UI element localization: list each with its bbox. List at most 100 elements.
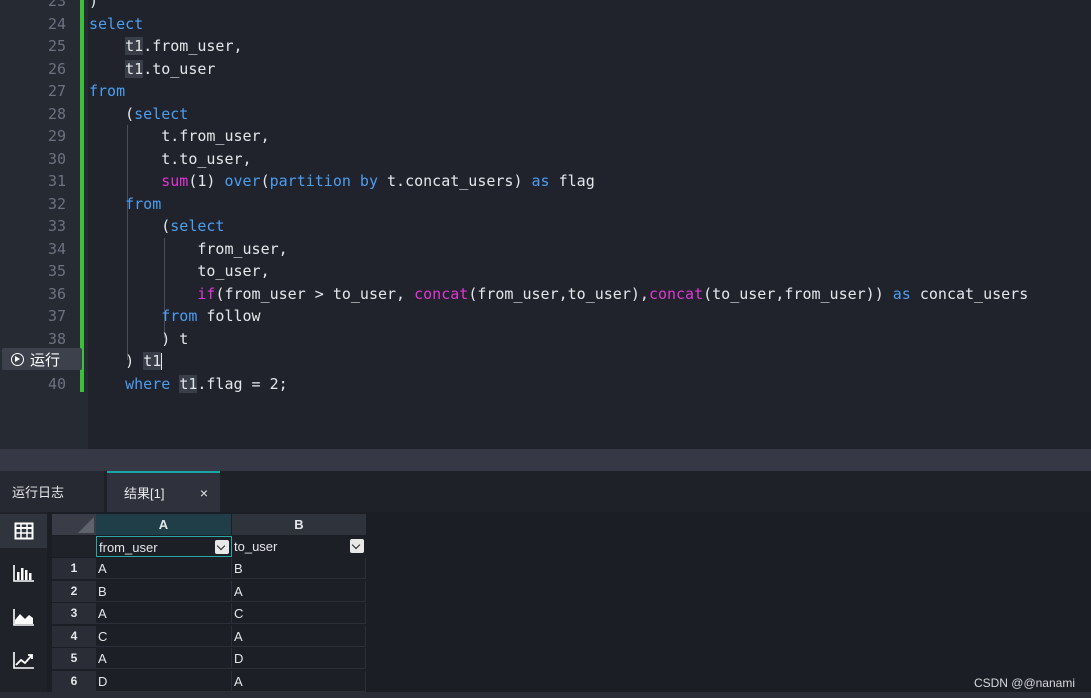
table-cell[interactable]: A [96, 558, 232, 579]
code-text[interactable]: from follow [89, 305, 260, 328]
code-text[interactable]: if(from_user > to_user, concat(from_user… [89, 283, 1028, 306]
watermark: CSDN @@nanami [973, 676, 1075, 690]
code-text[interactable]: where t1.flag = 2; [89, 373, 288, 396]
code-line[interactable]: 35 to_user, [0, 260, 1091, 283]
table-cell[interactable]: C [232, 603, 366, 624]
line-number: 33 [47, 217, 66, 235]
row-number[interactable]: 4 [52, 625, 96, 647]
code-editor[interactable]: 23) 24 select 25 t1.from_user, 26 t1.to_user… [0, 0, 1091, 449]
tab-result-label: 结果[1] [124, 486, 165, 501]
row-number[interactable]: 1 [52, 558, 96, 579]
column-header-a[interactable]: A [96, 514, 231, 535]
code-text[interactable]: sum(1) over(partition by t.concat_users)… [89, 170, 595, 193]
row-number[interactable]: 5 [52, 648, 96, 669]
field-header-to-user[interactable]: to_user [232, 536, 366, 557]
code-text[interactable]: (select [89, 215, 224, 238]
tab-result-1[interactable]: 结果[1] × [107, 471, 220, 512]
code-text[interactable]: from_user, [89, 238, 287, 261]
code-line[interactable]: 36 if(from_user > to_user, concat(from_u… [0, 283, 1091, 306]
line-number: 31 [47, 172, 66, 190]
code-text[interactable]: ) t1 [89, 350, 163, 373]
line-number: 34 [47, 239, 66, 258]
run-button[interactable]: 运行 [2, 348, 82, 370]
code-text[interactable]: t1.from_user, [89, 35, 243, 58]
code-line[interactable]: 34 from_user, [0, 238, 1091, 261]
code-line[interactable]: 23) [0, 0, 1091, 13]
line-number: 25 [47, 37, 66, 55]
line-number: 35 [47, 262, 66, 280]
table-cell[interactable]: A [232, 625, 366, 647]
row-number[interactable]: 3 [52, 603, 96, 624]
line-number: 37 [47, 307, 66, 325]
line-chart-icon [12, 652, 34, 669]
code-line[interactable]: 27 from [0, 80, 1091, 103]
bar-chart-icon [12, 565, 34, 582]
horizontal-scrollbar[interactable] [0, 692, 1091, 698]
play-icon [11, 352, 24, 366]
close-icon[interactable]: × [200, 485, 208, 501]
select-all-corner[interactable] [52, 514, 96, 535]
table-cell[interactable]: D [96, 670, 232, 692]
row-number[interactable]: 2 [52, 580, 96, 602]
table-icon [14, 522, 33, 540]
code-text[interactable]: from [89, 193, 161, 216]
code-line[interactable]: 31 sum(1) over(partition by t.concat_use… [0, 170, 1091, 193]
code-line[interactable]: 26 t1.to_user [0, 58, 1091, 81]
tab-run-log-label: 运行日志 [12, 485, 65, 500]
table-cell[interactable]: A [232, 670, 366, 692]
code-text[interactable]: from [89, 80, 125, 103]
table-cell[interactable]: A [96, 603, 232, 624]
area-chart-view-button[interactable] [0, 600, 47, 634]
code-text[interactable]: select [89, 13, 143, 36]
line-number: 29 [47, 127, 66, 145]
table-view-button[interactable] [0, 514, 47, 548]
tab-run-log[interactable]: 运行日志 [0, 471, 104, 512]
area-chart-icon [12, 609, 34, 626]
line-number: 26 [47, 59, 66, 78]
line-number: 32 [47, 194, 66, 213]
line-number: 23 [47, 0, 66, 10]
bar-chart-view-button[interactable] [0, 556, 47, 590]
code-text[interactable]: t.from_user, [89, 125, 269, 148]
line-number: 36 [47, 284, 66, 303]
row-number[interactable]: 6 [52, 670, 96, 692]
code-text[interactable]: ) t [89, 328, 188, 351]
field-header-label: to_user [234, 539, 278, 554]
table-cell[interactable]: D [232, 648, 366, 669]
table-cell[interactable]: A [232, 580, 366, 602]
code-line[interactable]: 32 from [0, 193, 1091, 216]
chevron-down-icon[interactable] [350, 539, 364, 553]
table-cell[interactable]: B [232, 558, 366, 579]
code-line[interactable]: ) t1 [0, 350, 1091, 373]
line-number: 27 [47, 82, 66, 100]
line-number: 24 [47, 14, 66, 33]
column-header-b[interactable]: B [232, 514, 366, 535]
code-line[interactable]: 30 t.to_user, [0, 148, 1091, 171]
line-chart-view-button[interactable] [0, 643, 47, 677]
panel-splitter[interactable] [0, 449, 1091, 471]
field-header-from-user[interactable]: from_user [96, 536, 232, 557]
code-line[interactable]: 24 select [0, 13, 1091, 36]
code-line[interactable]: 38 ) t [0, 328, 1091, 351]
result-tabbar: 运行日志 结果[1] × [0, 471, 1091, 512]
code-line[interactable]: 29 t.from_user, [0, 125, 1091, 148]
code-text[interactable]: ) [89, 0, 98, 13]
table-cell[interactable]: C [96, 625, 232, 647]
code-text[interactable]: t1.to_user [89, 58, 215, 81]
line-number: 28 [47, 104, 66, 123]
code-line[interactable]: 25 t1.from_user, [0, 35, 1091, 58]
code-line[interactable]: 28 (select [0, 103, 1091, 126]
code-line[interactable]: 40 where t1.flag = 2; [0, 373, 1091, 396]
table-cell[interactable]: A [96, 648, 232, 669]
header-row-number [52, 536, 96, 557]
code-line[interactable]: 37 from follow [0, 305, 1091, 328]
table-cell[interactable]: B [96, 580, 232, 602]
run-label: 运行 [30, 351, 61, 369]
line-number: 40 [47, 374, 66, 393]
code-text[interactable]: t.to_user, [89, 148, 251, 171]
chevron-down-icon[interactable] [215, 540, 229, 554]
code-line[interactable]: 33 (select [0, 215, 1091, 238]
code-text[interactable]: to_user, [89, 260, 269, 283]
code-text[interactable]: (select [89, 103, 188, 126]
line-number: 38 [47, 329, 66, 348]
